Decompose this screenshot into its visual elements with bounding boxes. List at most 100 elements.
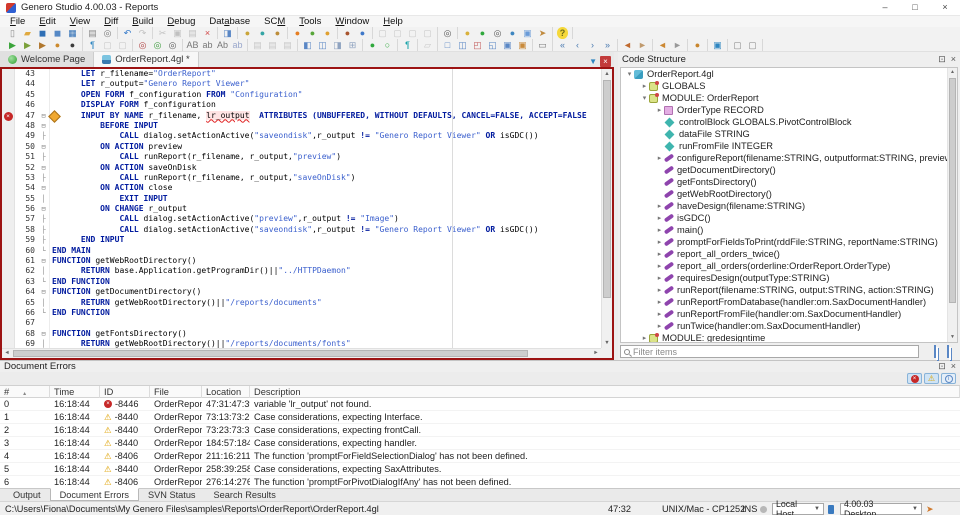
window-pinned-icon[interactable]: ◰ — [471, 39, 485, 51]
search-project-icon[interactable]: ◎ — [491, 27, 505, 39]
delete-icon[interactable]: × — [201, 27, 215, 39]
expand-arrow-icon[interactable]: ▸ — [655, 262, 664, 270]
rebuild-project-icon[interactable]: ● — [271, 27, 285, 39]
undo-icon[interactable]: ↶ — [121, 27, 135, 39]
error-margin[interactable] — [2, 141, 15, 153]
expand-arrow-icon[interactable]: ▸ — [655, 238, 664, 246]
print-preview-icon[interactable]: ◎ — [101, 27, 115, 39]
debug-start-icon[interactable]: ● — [341, 27, 355, 39]
save-as-icon[interactable]: ◼ — [51, 27, 65, 39]
tree-item-module-orderreport[interactable]: ▾ MODULE: OrderReport — [621, 92, 957, 104]
debug-attach-icon[interactable]: ● — [356, 27, 370, 39]
window-split-icon[interactable]: ◫ — [456, 39, 470, 51]
expand-all-icon[interactable] — [934, 345, 936, 358]
menu-database[interactable]: Database — [202, 16, 257, 27]
code-line-43[interactable]: 43 LET r_filename="OrderReport" — [2, 69, 601, 80]
open-file-icon[interactable]: ▰ — [21, 27, 35, 39]
error-margin[interactable] — [2, 276, 15, 288]
menu-window[interactable]: Window — [328, 16, 376, 27]
tab-orderreport[interactable]: OrderReport.4gl * — [94, 52, 199, 67]
tree-item-report-all-orders[interactable]: ▸ report_all_orders(orderline:OrderReport… — [621, 260, 957, 272]
find-replace-icon[interactable]: ◨ — [221, 27, 235, 39]
tree-item-havedesign[interactable]: ▸ haveDesign(filename:STRING) — [621, 200, 957, 212]
error-margin[interactable] — [2, 214, 15, 225]
tree-item-ordertype-record[interactable]: ▸ OrderType RECORD — [621, 104, 957, 116]
build-project-icon[interactable]: ● — [256, 27, 270, 39]
column-time[interactable]: Time — [50, 386, 100, 398]
stop-icon[interactable]: ● — [66, 39, 80, 51]
uppercase-icon[interactable]: AB — [186, 39, 200, 51]
expand-arrow-icon[interactable]: ▸ — [640, 334, 649, 342]
filter-warnings-button[interactable]: ⚠ — [924, 373, 939, 384]
zoom-out-icon[interactable]: ◎ — [136, 39, 150, 51]
nav-next-icon[interactable]: › — [586, 39, 600, 51]
editor-vscrollbar[interactable]: ▲ ▼ — [601, 69, 612, 348]
tree-item-getwebrootdirectory[interactable]: getWebRootDirectory() — [621, 188, 957, 200]
error-row-3[interactable]: 3 16:18:44 ⚠-8440 OrderRepor... 184:57:184:6… — [0, 437, 960, 450]
print-icon[interactable]: ▤ — [86, 27, 100, 39]
tree-item-datafile-string[interactable]: dataFile STRING — [621, 128, 957, 140]
next-bookmark-icon[interactable]: ► — [671, 39, 685, 51]
error-margin[interactable] — [2, 256, 15, 267]
float-editor-icon[interactable]: ▢ — [731, 39, 745, 51]
code-line-46[interactable]: 46 DISPLAY FORM f_configuration — [2, 100, 601, 111]
code-line-60[interactable]: 60 └ END MAIN — [2, 245, 601, 257]
error-row-4[interactable]: 4 16:18:44 ⚠-8406 OrderRepor... 211:16:211:4… — [0, 450, 960, 463]
format-source-icon[interactable]: ¶ — [86, 39, 100, 51]
scroll-down-icon[interactable]: ▼ — [602, 338, 612, 348]
code-line-52[interactable]: 52 ⊟ ON ACTION saveOnDisk — [2, 162, 601, 173]
code-editor[interactable]: 43 LET r_filename="OrderReport" 44 LET r_… — [0, 67, 614, 360]
nav-first-icon[interactable]: « — [556, 39, 570, 51]
save-icon[interactable]: ◼ — [36, 27, 50, 39]
sync-view-icon[interactable]: ● — [366, 39, 380, 51]
error-margin[interactable] — [2, 100, 15, 111]
error-margin[interactable] — [2, 307, 15, 319]
collapse-all-icon[interactable] — [947, 345, 949, 358]
tree-item-orderreport-4gl[interactable]: ▾ OrderReport.4gl — [621, 68, 957, 80]
tree-item-requiresdesign[interactable]: ▸ requiresDesign(outputType:STRING) — [621, 272, 957, 284]
help-icon[interactable]: ? — [556, 27, 570, 39]
code-line-55[interactable]: 55 │ EXIT INPUT — [2, 193, 601, 205]
bottom-tab-svn-status[interactable]: SVN Status — [139, 489, 205, 501]
user-session-icon[interactable]: ● — [506, 27, 520, 39]
code-line-67[interactable]: 67 — [2, 318, 601, 329]
nav-last-icon[interactable]: » — [601, 39, 615, 51]
insert-mode-indicator[interactable]: INS — [742, 504, 757, 514]
de-float-panel-icon[interactable]: ⊡ — [938, 361, 946, 372]
expand-arrow-icon[interactable]: ▸ — [655, 214, 664, 222]
deploy-icon[interactable]: ● — [321, 27, 335, 39]
code-line-66[interactable]: 66 └ END FUNCTION — [2, 307, 601, 319]
toggle-bookmark-icon[interactable]: ● — [691, 39, 705, 51]
tree-item-runtwice[interactable]: ▸ runTwice(handler:om.SaxDocumentHandler) — [621, 320, 957, 332]
expand-arrow-icon[interactable]: ▾ — [625, 70, 634, 78]
tab-close-button[interactable]: × — [600, 56, 611, 67]
column-file[interactable]: File — [150, 386, 202, 398]
tree-item-runreport[interactable]: ▸ runReport(filename:STRING, output:STRIN… — [621, 284, 957, 296]
expand-arrow-icon[interactable]: ▸ — [640, 82, 649, 90]
code-line-69[interactable]: 69 │ RETURN getWebRootDirectory()||"/repo… — [2, 339, 601, 348]
save-all-icon[interactable]: ▦ — [66, 27, 80, 39]
split-grid-icon[interactable]: ◨ — [331, 39, 345, 51]
error-margin[interactable] — [2, 172, 15, 184]
expand-arrow-icon[interactable]: ▾ — [640, 94, 649, 102]
error-margin[interactable] — [2, 266, 15, 277]
menu-diff[interactable]: Diff — [97, 16, 125, 27]
expand-arrow-icon[interactable]: ▸ — [655, 226, 664, 234]
error-margin[interactable] — [2, 235, 15, 246]
tree-item-globals[interactable]: ▸ GLOBALS — [621, 80, 957, 92]
lowercase-icon[interactable]: ab — [201, 39, 215, 51]
column-num[interactable]: # ▴ — [0, 386, 50, 398]
fold-toggle-icon[interactable]: ⊟ — [38, 287, 50, 298]
tree-item-module-gredesigntime[interactable]: ▸ MODULE: gredesigntime — [621, 332, 957, 342]
tree-scrollbar[interactable]: ▲ ▼ — [947, 68, 957, 342]
error-margin[interactable] — [2, 297, 15, 308]
error-margin[interactable] — [2, 204, 15, 215]
error-margin[interactable] — [2, 224, 15, 236]
tree-scroll-down-icon[interactable]: ▼ — [948, 333, 957, 342]
tree-item-runfromfile-integer[interactable]: runFromFile INTEGER — [621, 140, 957, 152]
close-button[interactable]: × — [930, 0, 960, 16]
code-line-54[interactable]: 54 ⊟ ON ACTION close — [2, 183, 601, 194]
float-panel-icon[interactable]: ⊡ — [938, 54, 946, 65]
code-line-50[interactable]: 50 ⊟ ON ACTION preview — [2, 141, 601, 153]
run-icon[interactable]: ▶ — [6, 39, 20, 51]
